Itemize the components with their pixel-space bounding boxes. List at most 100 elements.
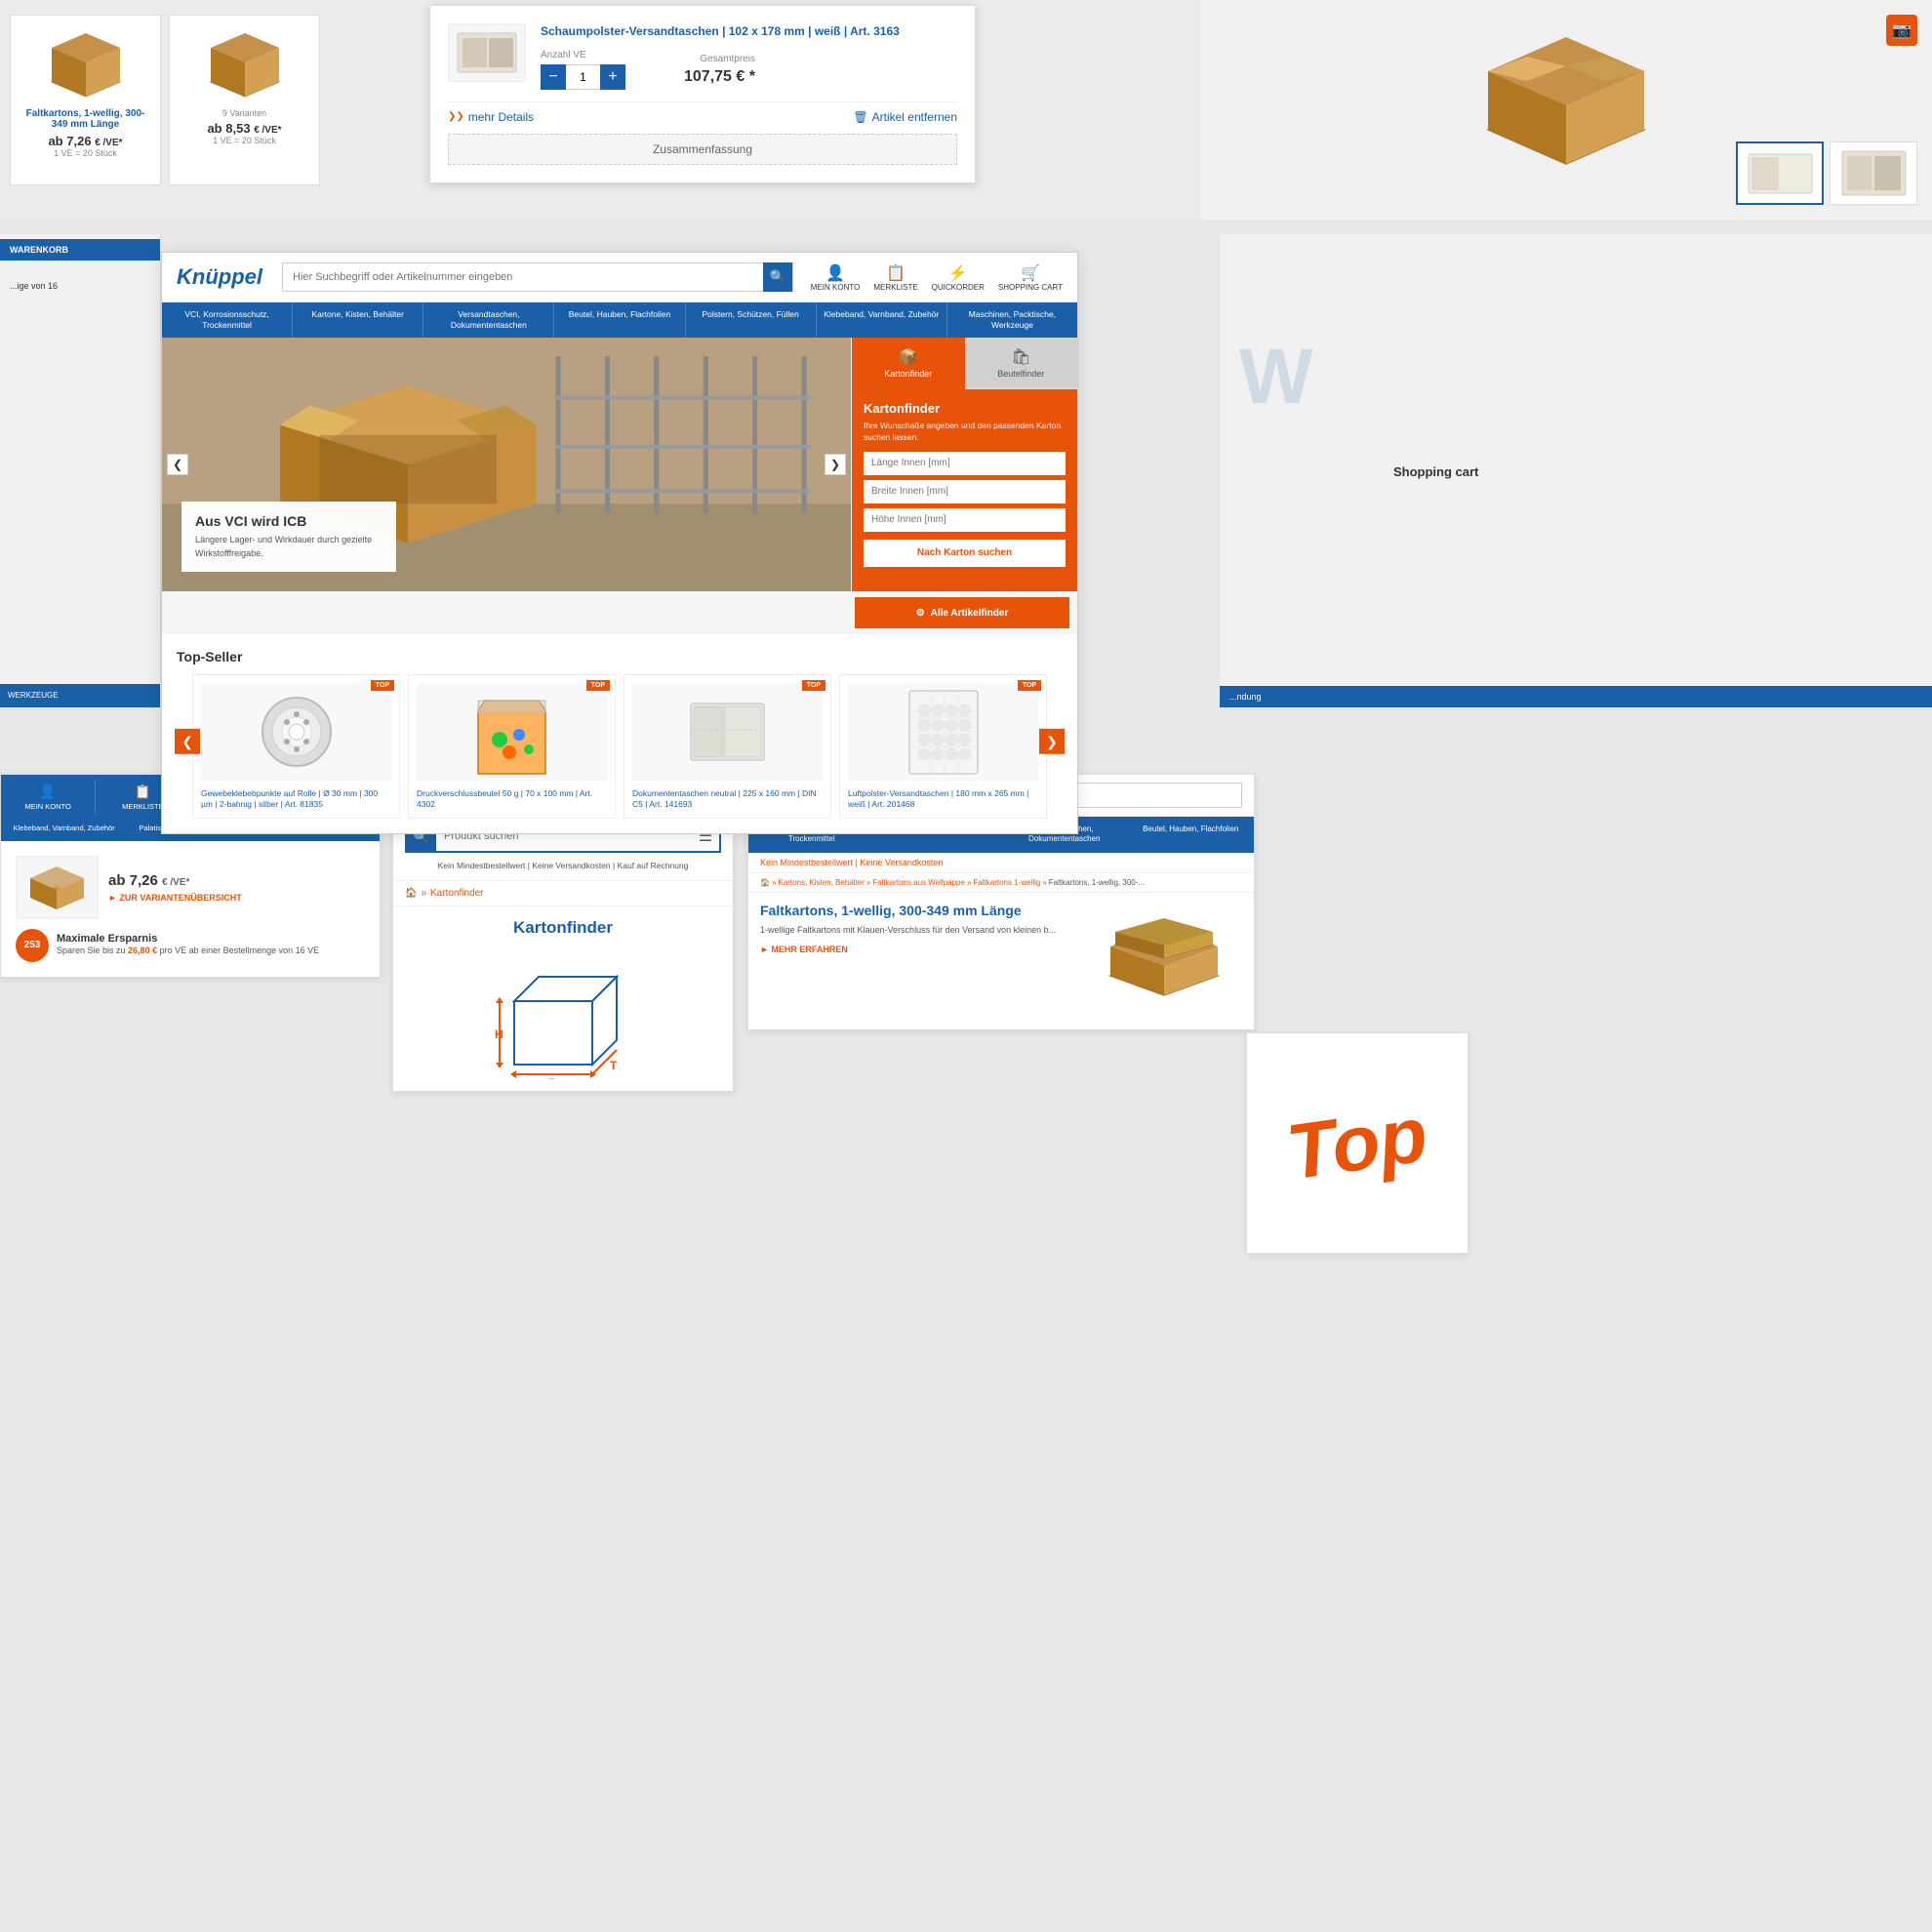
- br-tagline: Kein Mindestbestellwert | Keine Versandk…: [748, 853, 1254, 873]
- bl-savings-detail: Sparen Sie bis zu 26,80 € pro VE ab eine…: [57, 945, 319, 957]
- hero-nav-right[interactable]: ❯: [825, 454, 846, 475]
- br-tagline-text: Kein Mindestbestellwert | Keine Versandk…: [760, 858, 943, 867]
- trash-icon: 🗑: [853, 110, 867, 124]
- products-nav-right-btn[interactable]: ❯: [1039, 729, 1065, 754]
- left-product-cards: Faltkartons, 1-wellig, 300-349 mm Länge …: [0, 15, 320, 185]
- remove-item-link[interactable]: 🗑 Artikel entfernen: [853, 110, 957, 124]
- list-icon: 📋: [886, 263, 906, 283]
- search-button[interactable]: 🔍: [763, 262, 792, 292]
- nav-item-0[interactable]: VCI, Korrosionsschutz, Trockenmittel: [162, 302, 293, 338]
- nav-item-4[interactable]: Polstern, Schützen, Füllen: [686, 302, 817, 338]
- product-card-1: Faltkartons, 1-wellig, 300-349 mm Länge …: [10, 15, 161, 185]
- br-bc-1[interactable]: Kartons, Kisten, Behälter: [778, 878, 865, 887]
- merkliste-btn[interactable]: 📋 MERKLISTE: [873, 263, 917, 292]
- bm-kartonfinder-link[interactable]: Kartonfinder: [430, 888, 483, 899]
- side-panel-content: ...ige von 16: [0, 270, 160, 303]
- product-card-aircushion: TOP: [839, 674, 1047, 819]
- thumb-1[interactable]: [1736, 141, 1824, 205]
- br-box-img: [1086, 903, 1242, 1020]
- thumb-2[interactable]: [1830, 141, 1917, 205]
- more-details-link[interactable]: ❯❯ mehr Details: [448, 110, 534, 124]
- qty-increase-btn[interactable]: +: [600, 64, 625, 90]
- product-img-1: [201, 683, 391, 781]
- product-img-3: [632, 683, 823, 781]
- gesamtpreis-group: Gesamtpreis 107,75 € *: [684, 54, 755, 86]
- product-image-1: [27, 25, 144, 108]
- kartonfinder-tab[interactable]: 📦 Kartonfinder: [852, 338, 965, 389]
- product-name-3: Dokumententaschen neutral | 225 x 160 mm…: [632, 788, 823, 810]
- anzahl-label: Anzahl VE: [541, 50, 625, 60]
- product-price-2: ab 8,53 € /VE*: [207, 121, 281, 136]
- nav-item-5[interactable]: Klebeband, Varnband, Zubehör: [817, 302, 947, 338]
- br-sub-3[interactable]: Beutel, Hauben, Flachfolien: [1128, 821, 1255, 849]
- nav-item-2[interactable]: Versandtaschen, Dokumententaschen: [423, 302, 554, 338]
- br-bc-2[interactable]: Faltkartons aus Wellpappe: [872, 878, 965, 887]
- quickorder-btn[interactable]: ⚡ QUICKORDER: [932, 263, 985, 292]
- products-row-container: TOP: [177, 674, 1063, 819]
- bm-box-diagram: H B T: [408, 952, 718, 1079]
- bm-kartonfinder-title: Kartonfinder: [408, 918, 718, 938]
- mein-konto-btn[interactable]: 👤 MEIN KONTO: [811, 263, 861, 292]
- br-mehr-erfahren[interactable]: ► MEHR ERFAHREN: [760, 945, 1076, 954]
- br-bc-3[interactable]: Faltkartons 1-wellig: [973, 878, 1040, 887]
- camera-icon-btn[interactable]: 📷: [1886, 15, 1917, 46]
- top-section: Faltkartons, 1-wellig, 300-349 mm Länge …: [0, 0, 1932, 220]
- bl-mein-konto[interactable]: 👤 MEIN KONTO: [1, 780, 96, 815]
- side-panel-right: W ...ndung: [1220, 234, 1932, 707]
- top-badge-3: TOP: [802, 680, 825, 691]
- br-product-title: Faltkartons, 1-wellig, 300-349 mm Länge: [760, 903, 1076, 918]
- product-price-1: ab 7,26 € /VE*: [48, 134, 122, 148]
- bl-user-icon: 👤: [39, 784, 56, 800]
- search-input[interactable]: [283, 271, 763, 283]
- search-karton-btn[interactable]: Nach Karton suchen: [864, 540, 1066, 567]
- hero-nav-left[interactable]: ❮: [167, 454, 188, 475]
- qty-decrease-btn[interactable]: −: [541, 64, 566, 90]
- top-seller-title: Top-Seller: [177, 649, 1063, 664]
- svg-text:H: H: [495, 1027, 503, 1041]
- cart-popup: Schaumpolster-Versandtaschen | 102 x 178…: [429, 5, 976, 183]
- nav-item-6[interactable]: Maschinen, Packtische, Werkzeuge: [947, 302, 1077, 338]
- product-unit-note-2: 1 VE = 20 Stück: [213, 136, 276, 145]
- products-nav-left-btn[interactable]: ❮: [175, 729, 200, 754]
- cart-qty-row: Anzahl VE − + Gesamtpreis 107,75 € *: [541, 50, 957, 90]
- hoehe-input[interactable]: [864, 508, 1066, 532]
- bl-list-icon: 📋: [135, 784, 151, 800]
- side-label-bottom: WERKZEUGE: [0, 684, 160, 707]
- bm-kartonfinder-section: Kartonfinder H B T: [393, 906, 733, 1091]
- top-badge-1: TOP: [371, 680, 394, 691]
- search-bar: 🔍: [282, 262, 793, 292]
- br-breadcrumb: 🏠 » Kartons, Kisten, Behälter » Faltkart…: [748, 873, 1254, 893]
- side-right-letter: W: [1239, 332, 1313, 422]
- bl-sub-item-0[interactable]: Klebeband, Varnband, Zubehör: [1, 824, 127, 833]
- br-text-col: Faltkartons, 1-wellig, 300-349 mm Länge …: [760, 903, 1076, 1020]
- hero-text-overlay: Aus VCI wird ICB Längere Lager- und Wirk…: [181, 502, 396, 572]
- nav-item-3[interactable]: Beutel, Hauben, Flachfolien: [554, 302, 685, 338]
- bm-home-icon[interactable]: 🏠: [405, 888, 417, 899]
- side-panel-left: WARENKORB ...ige von 16 WERKZEUGE: [0, 234, 161, 707]
- bl-savings-row: 253 Maximale Ersparnis Sparen Sie bis zu…: [16, 929, 365, 962]
- product-unit-note-1: 1 VE = 20 Stück: [54, 148, 117, 158]
- br-content: Faltkartons, 1-wellig, 300-349 mm Länge …: [748, 893, 1254, 1029]
- bm-breadcrumb-arrow: »: [421, 888, 426, 899]
- cart-item-row: Schaumpolster-Versandtaschen | 102 x 178…: [448, 23, 957, 90]
- header-icons: 👤 MEIN KONTO 📋 MERKLISTE ⚡ QUICKORDER 🛒 …: [811, 263, 1063, 292]
- cart-item-image: [448, 23, 526, 82]
- product-image-2: [186, 25, 303, 108]
- alle-artikelfinder-btn[interactable]: ⚙ Alle Artikelfinder: [855, 597, 1069, 628]
- bl-price: ab 7,26 € /VE*: [108, 872, 365, 889]
- breite-input[interactable]: [864, 480, 1066, 503]
- laenge-input[interactable]: [864, 452, 1066, 475]
- qty-input[interactable]: [566, 64, 600, 90]
- bl-variant-link[interactable]: ► ZUR VARIANTENÜBERSICHT: [108, 893, 365, 903]
- beutelfinder-tab[interactable]: 🛍 Beutelfinder: [965, 338, 1078, 389]
- main-logo: Knüppel: [177, 264, 264, 290]
- top-right-box-svg: [1429, 13, 1703, 208]
- br-home[interactable]: 🏠: [760, 878, 770, 887]
- anzahl-label-group: Anzahl VE − +: [541, 50, 625, 90]
- side-right-blue: ...ndung: [1220, 686, 1932, 707]
- nav-item-1[interactable]: Kartone, Kisten, Behälter: [293, 302, 423, 338]
- cart-actions: ❯❯ mehr Details 🗑 Artikel entfernen: [448, 101, 957, 124]
- cart-item-name: Schaumpolster-Versandtaschen | 102 x 178…: [541, 23, 957, 40]
- thumbnail-row: [1736, 141, 1917, 205]
- cart-btn[interactable]: 🛒 SHOPPING CART: [998, 263, 1063, 292]
